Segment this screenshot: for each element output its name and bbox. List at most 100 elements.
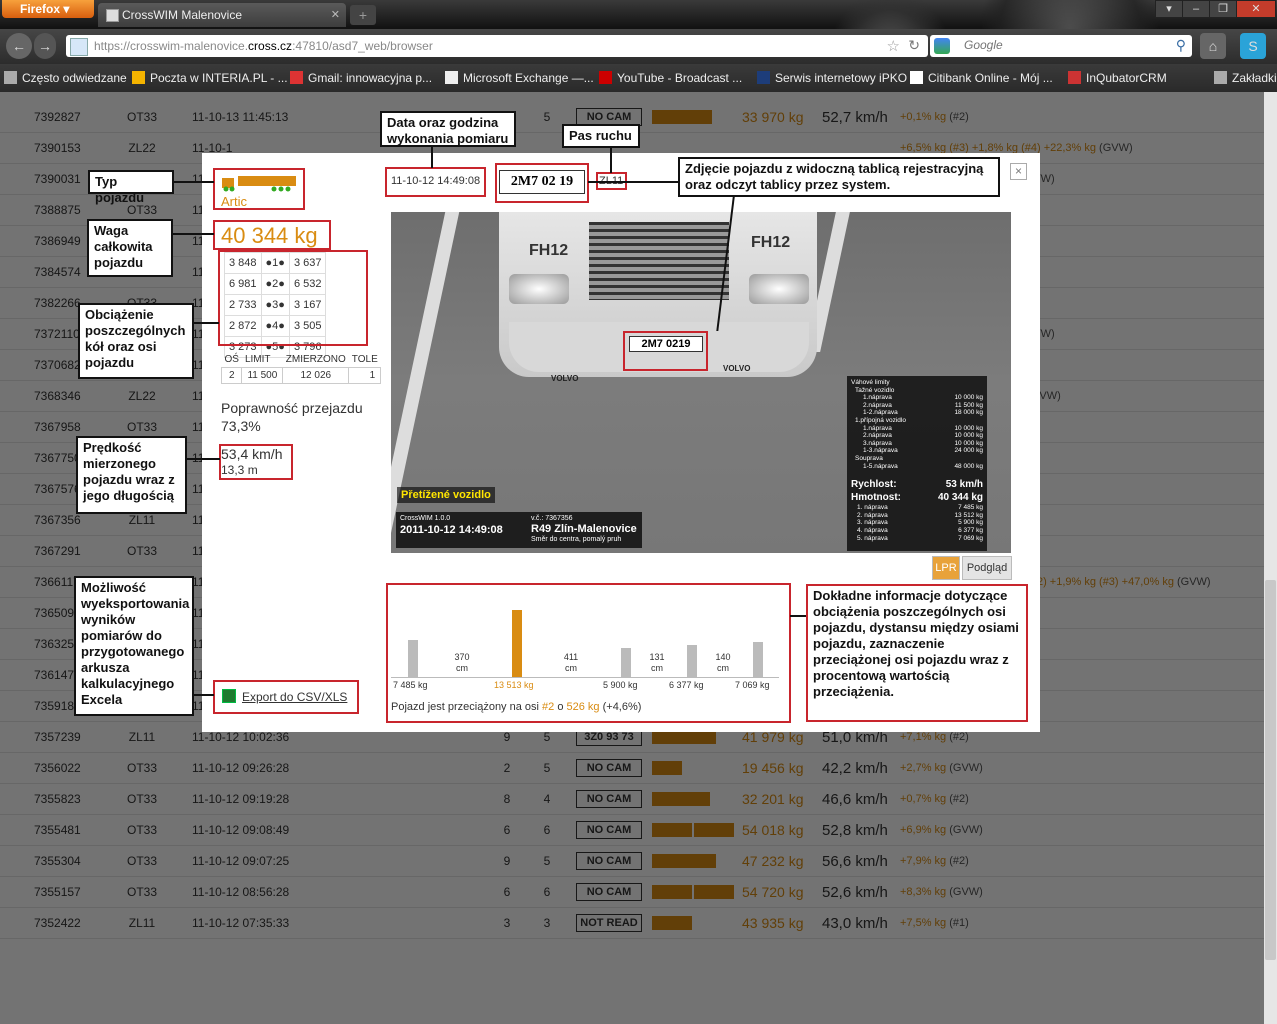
- axle-weight-row: 5. náprava 7 069 kg: [851, 535, 983, 543]
- page-scrollbar[interactable]: [1264, 92, 1277, 1024]
- limit-row: Souprava: [851, 455, 983, 463]
- bookmark-label: Poczta w INTERIA.PL - ...: [150, 71, 288, 85]
- page-icon: [445, 71, 458, 84]
- tab-list-button[interactable]: ▾: [1155, 0, 1183, 18]
- page-favicon-icon: [106, 9, 119, 22]
- limit-name: 1-3.náprava: [863, 447, 898, 455]
- bookmarks-folder-icon: [1214, 71, 1227, 84]
- brand-mark-left: VOLVO: [551, 374, 579, 383]
- back-button[interactable]: ←: [6, 33, 32, 59]
- inqubator-icon: [1068, 71, 1081, 84]
- minimize-button[interactable]: –: [1182, 0, 1210, 18]
- address-bar[interactable]: https://crosswim-malenovice.cross.cz:478…: [66, 35, 928, 57]
- bookmark-item[interactable]: Serwis internetowy iPKO: [757, 71, 907, 85]
- window-close-button[interactable]: ✕: [1236, 0, 1276, 18]
- callout-datetime: Data oraz godzina wykonania pomiaru: [380, 111, 516, 147]
- limit-row: 3.náprava 10 000 kg: [851, 440, 983, 448]
- connector-line: [173, 181, 214, 183]
- limit-axle: 2: [220, 367, 243, 384]
- bookmark-item[interactable]: Citibank Online - Mój ...: [910, 71, 1053, 85]
- correctness-value: 73,3%: [221, 418, 261, 434]
- bookmark-label: Często odwiedzane: [22, 71, 127, 85]
- site-identity-icon[interactable]: [70, 38, 88, 56]
- limit-kg: 18 000 kg: [954, 409, 983, 417]
- headlamp-left: [509, 274, 569, 304]
- callout-vehicle-type: Typ pojazdu: [88, 170, 174, 205]
- truck-grille: [589, 222, 729, 300]
- cab-model-left: FH12: [529, 242, 569, 259]
- vehicle-photo: FH12 FH12 2M7 0219 VOLVO VOLVO Přetížené…: [391, 212, 1011, 553]
- scrollbar-thumb[interactable]: [1265, 580, 1276, 960]
- close-icon[interactable]: ×: [1010, 163, 1027, 180]
- search-icon[interactable]: ⚲: [1176, 37, 1186, 54]
- search-bar[interactable]: ⚲: [930, 35, 1192, 57]
- limit-row: 1-2.náprava 18 000 kg: [851, 409, 983, 417]
- axle-weight-row: 2. náprava 13 512 kg: [851, 512, 983, 520]
- url-suffix: :47810/asd7_web/browser: [292, 39, 433, 53]
- axle-weight-row: 4. náprava 6 377 kg: [851, 527, 983, 535]
- callout-speed: Prędkość mierzonego pojazdu wraz z jego …: [76, 436, 187, 514]
- highlight-export: [213, 680, 359, 714]
- speed-row: Rychlost: 53 km/h: [851, 478, 983, 491]
- new-tab-button[interactable]: +: [350, 5, 376, 25]
- limit-name: 2.náprava: [863, 432, 892, 440]
- close-tab-icon[interactable]: ✕: [331, 3, 340, 27]
- highlight-speed: [219, 444, 293, 480]
- correctness-label: Poprawność przejazdu: [221, 400, 363, 416]
- highlight-timestamp: [385, 167, 486, 197]
- photo-limits-panel: Váhové limity Tažné vozidlo 1.náprava 10 0…: [847, 376, 987, 551]
- axle-kg: 6 377 kg: [958, 526, 983, 534]
- lpr-button[interactable]: LPR: [932, 556, 960, 580]
- limit-name: 1-5.náprava: [863, 462, 898, 470]
- bookmark-item[interactable]: InQubatorCRM: [1068, 71, 1167, 85]
- limit-name: 1.přípojná vozidlo: [855, 416, 906, 424]
- axle-kg: 5 900 kg: [958, 519, 983, 527]
- limit-value: 11 500: [241, 367, 284, 384]
- photo-stamp: CrossWIM 1.0.0 2011-10-12 14:49:08 v.č.:…: [396, 512, 642, 548]
- col-tolerance: TOLE: [351, 354, 378, 365]
- axle-kg: 7 485 kg: [958, 504, 983, 512]
- firefox-menu-button[interactable]: Firefox ▾: [2, 0, 94, 18]
- forward-button[interactable]: →: [34, 33, 56, 59]
- limit-name: 1-2.náprava: [863, 409, 898, 417]
- connector-line: [610, 146, 612, 173]
- bookmark-item[interactable]: YouTube - Broadcast ...: [599, 71, 742, 85]
- col-axle: OŚ: [224, 354, 239, 365]
- youtube-icon: [599, 71, 612, 84]
- bookmark-item[interactable]: Poczta w INTERIA.PL - ...: [132, 71, 288, 85]
- bookmark-star-icon[interactable]: ☆: [887, 37, 900, 55]
- navigation-toolbar: ← → https://crosswim-malenovice.cross.cz…: [0, 29, 1277, 64]
- bookmark-item[interactable]: Gmail: innowacyjna p...: [290, 71, 432, 85]
- bookmark-label: Microsoft Exchange —...: [463, 71, 594, 85]
- maximize-button[interactable]: ❐: [1209, 0, 1237, 18]
- tab-crosswim[interactable]: CrossWIM Malenovice ✕: [98, 3, 346, 27]
- weight-label: Hmotnost:: [851, 492, 901, 504]
- bookmark-item[interactable]: Często odwiedzane: [4, 71, 127, 85]
- bookmark-item[interactable]: Microsoft Exchange —...: [445, 71, 594, 85]
- highlight-total-weight: [213, 220, 331, 250]
- limit-row: 1.přípojná vozidlo: [851, 417, 983, 425]
- bookmark-label: Serwis internetowy iPKO: [775, 71, 908, 85]
- search-input[interactable]: [962, 37, 1166, 53]
- limit-kg: 10 000 kg: [954, 394, 983, 402]
- axle-kg: 7 069 kg: [958, 534, 983, 542]
- home-icon[interactable]: ⌂: [1200, 33, 1226, 59]
- bookmarks-menu[interactable]: Zakładki: [1214, 71, 1277, 85]
- connector-line: [431, 146, 433, 168]
- reload-icon[interactable]: ↻: [908, 37, 920, 54]
- axle-limits-table: OŚ LIMIT ZMIERZONO TOLE 2 11 500 12 026 1: [220, 352, 382, 384]
- highlight-wheel-loads: [218, 250, 368, 346]
- axle-name: 1. náprava: [857, 504, 888, 512]
- stamp-direction: Směr do centra, pomalý pruh: [531, 536, 622, 543]
- axle-weights-list: 1. náprava 7 485 kg 2. náprava 13 512 kg 3. …: [851, 504, 983, 542]
- limit-kg: 10 000 kg: [954, 424, 983, 432]
- stamp-version: CrossWIM 1.0.0: [400, 515, 451, 522]
- google-engine-icon[interactable]: [934, 38, 950, 54]
- limit-name: 1.náprava: [863, 424, 892, 432]
- speed-value: 53 km/h: [945, 479, 983, 491]
- preview-button[interactable]: Podgląd: [962, 556, 1012, 580]
- stamp-location: R49 Zlín-Malenovice: [531, 523, 637, 535]
- limit-row: 1-5.náprava 48 000 kg: [851, 463, 983, 471]
- skype-icon[interactable]: S: [1240, 33, 1266, 59]
- axle-name: 5. náprava: [857, 534, 888, 542]
